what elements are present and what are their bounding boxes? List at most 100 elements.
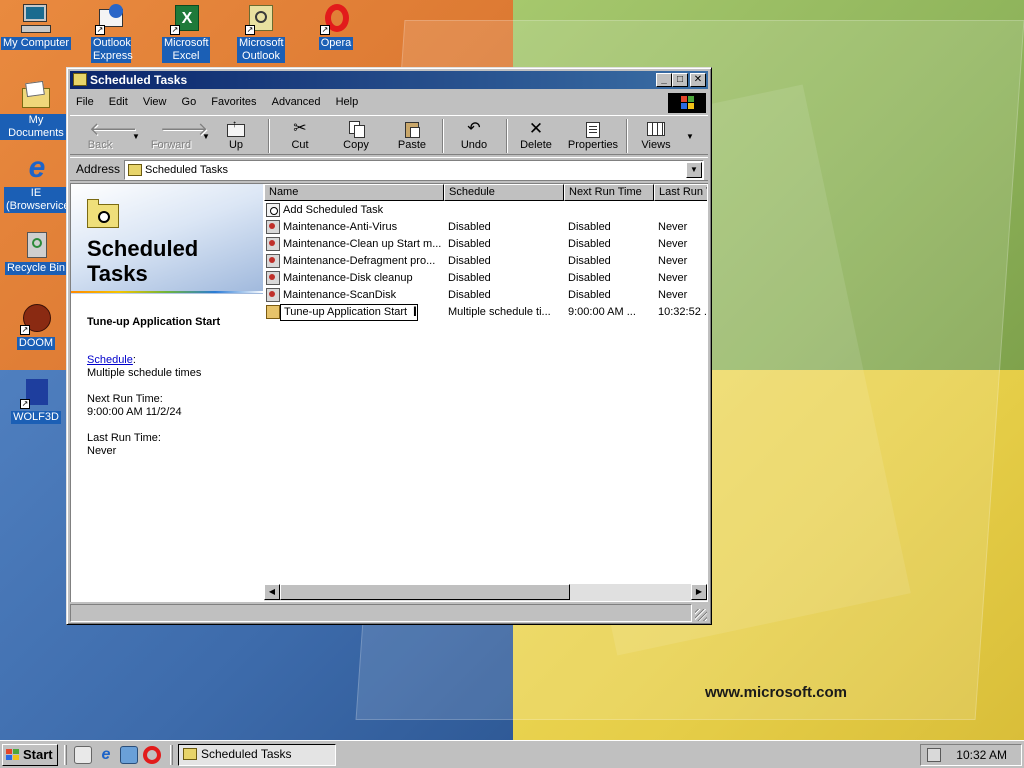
desktop-icon-wolf3d[interactable]: ↗ WOLF3D — [0, 377, 72, 424]
desktop-icon-doom[interactable]: ↗ DOOM — [0, 303, 72, 350]
quicklaunch-opera-icon[interactable] — [143, 746, 161, 764]
table-row[interactable]: Maintenance-Defragment pro... Disabled D… — [264, 253, 707, 270]
cut-button[interactable]: ✂ Cut — [276, 118, 324, 154]
status-panel — [70, 604, 692, 622]
column-header-schedule[interactable]: Schedule — [444, 184, 564, 201]
back-dropdown-icon[interactable]: ▼ — [132, 132, 140, 141]
maximize-button[interactable]: □ — [672, 73, 688, 87]
windows-flag-icon — [6, 749, 20, 761]
my-computer-icon — [20, 3, 52, 35]
table-row[interactable]: Tune-up Application Start I Multiple sch… — [264, 304, 707, 321]
desktop-icon-outlook-express[interactable]: ↗ Outlook Express — [75, 3, 147, 63]
menu-help[interactable]: Help — [330, 92, 365, 112]
wallpaper-watermark: www.microsoft.com — [705, 684, 847, 701]
desktop-icon-outlook[interactable]: ↗ Microsoft Outlook — [225, 3, 297, 63]
desktop-icon-my-computer[interactable]: My Computer — [0, 3, 72, 50]
menu-go[interactable]: Go — [176, 92, 203, 112]
undo-icon: ↶ — [467, 120, 481, 137]
views-dropdown-icon[interactable]: ▼ — [686, 132, 694, 141]
menu-bar: File Edit View Go Favorites Advanced Hel… — [70, 92, 708, 113]
address-dropdown-button[interactable]: ▼ — [686, 162, 702, 178]
scroll-left-button[interactable]: ◀ — [264, 584, 280, 600]
doom-icon: ↗ — [20, 303, 52, 335]
cell-schedule: Disabled — [448, 221, 491, 233]
start-button[interactable]: Start — [2, 744, 58, 766]
start-label: Start — [23, 747, 53, 762]
close-icon: ✕ — [693, 74, 703, 85]
back-button[interactable]: 🡐 Back — [76, 118, 138, 154]
menu-favorites[interactable]: Favorites — [205, 92, 262, 112]
desktop-icon-recycle-bin[interactable]: Recycle Bin — [0, 228, 72, 275]
paste-button[interactable]: Paste — [388, 118, 436, 154]
quicklaunch-ie-icon[interactable]: e — [97, 746, 115, 764]
window-titlebar[interactable]: Scheduled Tasks _ □ ✕ — [70, 71, 708, 89]
clock[interactable]: 10:32 AM — [956, 746, 1007, 765]
desktop-icon-label: My Documents — [0, 114, 72, 140]
web-view-title: Scheduled Tasks — [87, 236, 199, 286]
cell-last-run: Never — [658, 238, 688, 250]
menu-edit[interactable]: Edit — [103, 92, 134, 112]
minimize-button[interactable]: _ — [656, 73, 672, 87]
scheduled-tasks-folder-icon — [87, 199, 119, 228]
quicklaunch-show-desktop-icon[interactable] — [74, 746, 92, 764]
taskbar-button-scheduled-tasks[interactable]: Scheduled Tasks — [178, 744, 336, 766]
undo-button[interactable]: ↶ Undo — [450, 118, 498, 154]
column-headers: Name Schedule Next Run Time Last Run T — [264, 184, 707, 201]
horizontal-scrollbar[interactable]: ◀ ▶ — [264, 584, 707, 601]
up-button[interactable]: ↑ Up — [212, 118, 260, 154]
folder-icon — [128, 164, 142, 176]
address-input[interactable]: Scheduled Tasks ▼ — [124, 160, 704, 180]
task-scheduler-tray-icon[interactable] — [927, 748, 941, 762]
web-view-pane: Scheduled Tasks Tune-up Application Star… — [71, 184, 263, 601]
desktop-icon-ie[interactable]: e IE (Browservice) — [0, 153, 73, 213]
toolbar-separator — [442, 119, 444, 153]
scroll-thumb[interactable] — [280, 584, 570, 600]
wolf3d-icon: ↗ — [20, 377, 52, 409]
schedule-value: Multiple schedule times — [87, 367, 202, 379]
cell-schedule: Disabled — [448, 255, 491, 267]
cell-name: Maintenance-Clean up Start m... — [283, 238, 441, 250]
column-header-last-run[interactable]: Last Run T — [654, 184, 707, 201]
forward-dropdown-icon[interactable]: ▼ — [202, 132, 210, 141]
table-row[interactable]: Maintenance-Disk cleanup Disabled Disabl… — [264, 270, 707, 287]
delete-button[interactable]: ✕ Delete — [512, 118, 560, 154]
table-row[interactable]: Add Scheduled Task — [264, 202, 707, 219]
schedule-link[interactable]: Schedule — [87, 354, 133, 366]
selected-item-name-text: Tune-up Application Start — [87, 316, 221, 328]
column-header-next-run[interactable]: Next Run Time — [564, 184, 654, 201]
menu-label: View — [142, 96, 167, 108]
resize-grip-icon[interactable] — [695, 609, 707, 621]
web-view-divider — [71, 291, 263, 293]
table-row[interactable]: Maintenance-Clean up Start m... Disabled… — [264, 236, 707, 253]
desktop-icon-label: Microsoft Excel — [162, 37, 210, 63]
close-button[interactable]: ✕ — [690, 73, 706, 87]
views-button[interactable]: Views — [632, 118, 680, 154]
desktop-icon-excel[interactable]: X ↗ Microsoft Excel — [150, 3, 222, 63]
address-bar: Address Scheduled Tasks ▼ — [70, 157, 708, 181]
copy-button[interactable]: Copy — [332, 118, 380, 154]
forward-button[interactable]: 🡒 Forward — [142, 118, 208, 154]
properties-button[interactable]: Properties — [564, 118, 622, 154]
back-label: Back — [87, 139, 113, 151]
rename-input-value: Tune-up Application Start — [284, 306, 408, 318]
cell-schedule: Disabled — [448, 289, 491, 301]
menu-file[interactable]: File — [70, 92, 100, 112]
column-header-name[interactable]: Name — [264, 184, 444, 201]
scroll-right-button[interactable]: ▶ — [691, 584, 707, 600]
table-row[interactable]: Maintenance-Anti-Virus Disabled Disabled… — [264, 219, 707, 236]
colon: : — [132, 354, 136, 366]
cell-name: Maintenance-Anti-Virus — [283, 221, 398, 233]
chevron-down-icon: ▼ — [690, 165, 698, 174]
menu-view[interactable]: View — [137, 92, 173, 112]
quicklaunch-outlook-express-icon[interactable] — [120, 746, 138, 764]
desktop-icon-my-documents[interactable]: My Documents — [0, 80, 72, 140]
cell-schedule: Disabled — [448, 272, 491, 284]
cell-next-run: Disabled — [568, 289, 611, 301]
table-row[interactable]: Maintenance-ScanDisk Disabled Disabled N… — [264, 287, 707, 304]
cell-name: Maintenance-Disk cleanup — [283, 272, 413, 284]
rename-input[interactable]: Tune-up Application Start I — [280, 304, 418, 321]
menu-advanced[interactable]: Advanced — [266, 92, 327, 112]
window-title: Scheduled Tasks — [90, 73, 188, 87]
copy-label: Copy — [343, 139, 369, 151]
desktop-icon-opera[interactable]: ↗ Opera — [300, 3, 372, 50]
